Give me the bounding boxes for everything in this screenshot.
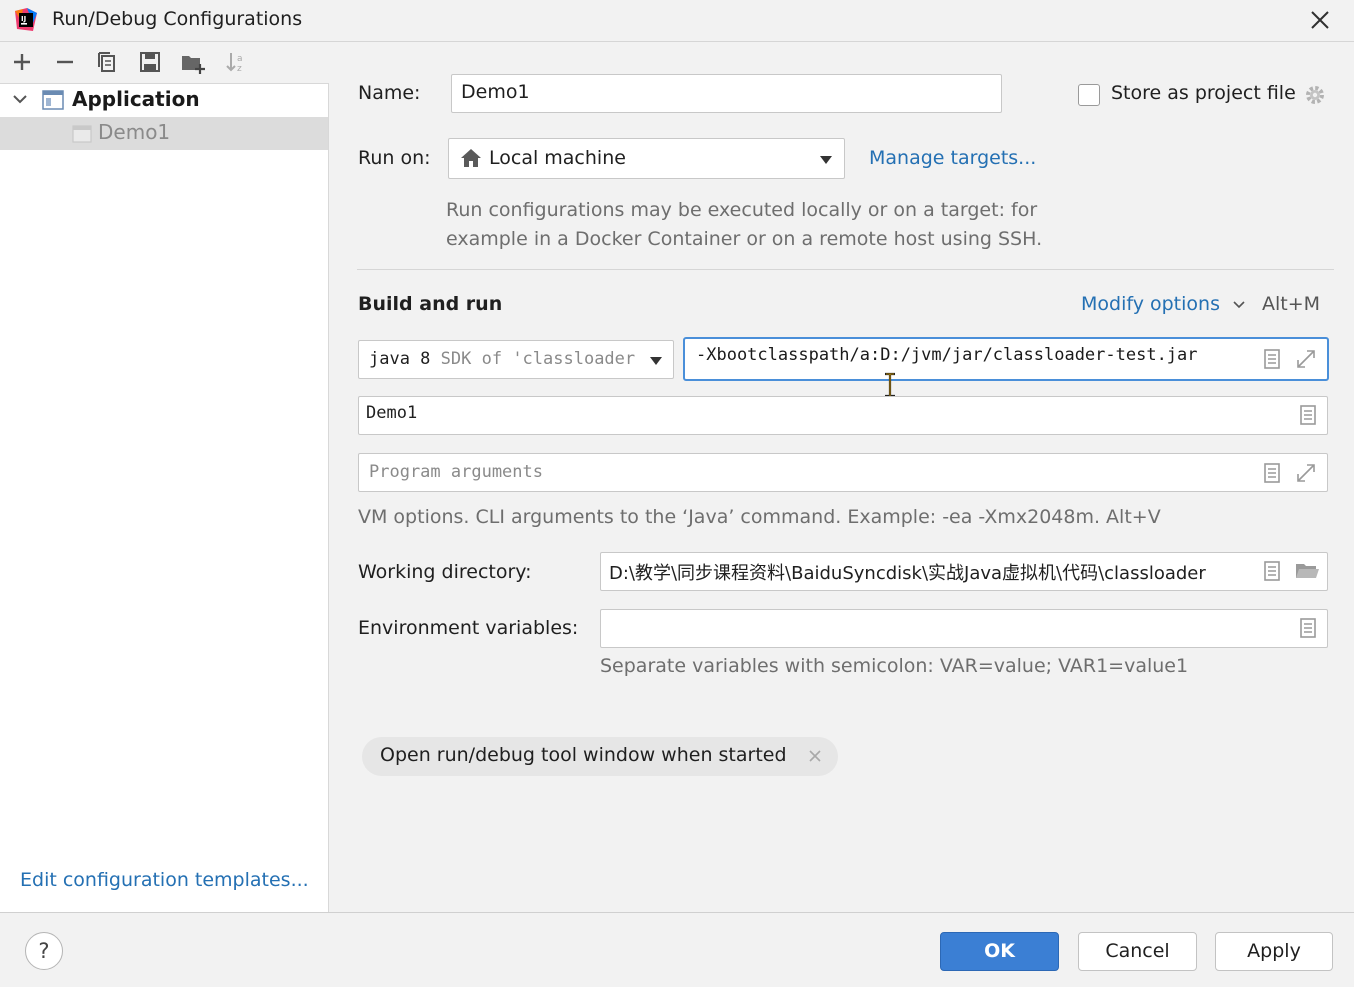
remove-icon [57, 60, 73, 64]
application-icon [72, 125, 92, 143]
store-as-project-file-checkbox[interactable] [1078, 84, 1100, 106]
document-icon[interactable] [1261, 462, 1283, 484]
svg-text:a: a [237, 54, 243, 64]
run-on-hint: example in a Docker Container or on a re… [446, 228, 1043, 250]
sort-icon: az [226, 53, 243, 74]
working-directory-label: Working directory: [358, 561, 532, 583]
ok-button[interactable]: OK [940, 932, 1059, 971]
folder-add-icon [182, 56, 205, 74]
modify-options-link[interactable]: Modify options [1081, 293, 1246, 315]
save-button[interactable] [137, 50, 163, 76]
program-arguments-input[interactable]: Program arguments [358, 453, 1328, 492]
tree-item-label: Demo1 [98, 120, 171, 144]
modify-options-label: Modify options [1081, 293, 1220, 315]
expand-icon[interactable] [1295, 348, 1317, 370]
application-icon [42, 90, 64, 110]
sort-button[interactable]: az [223, 50, 249, 76]
cancel-button[interactable]: Cancel [1078, 932, 1197, 971]
edit-configuration-templates-link[interactable]: Edit configuration templates... [20, 869, 309, 891]
svg-text:IJ: IJ [21, 15, 26, 23]
option-chip-label: Open run/debug tool window when started [380, 744, 787, 766]
tree-item-label: Application [72, 87, 200, 111]
close-icon[interactable] [806, 747, 824, 765]
run-on-hint: Run configurations may be executed local… [446, 199, 1038, 221]
jdk-value: java 8 SDK of 'classloader [369, 349, 635, 369]
chevron-down-icon [650, 357, 662, 365]
section-divider [357, 269, 1334, 270]
close-icon [1311, 11, 1329, 29]
document-icon[interactable] [1261, 348, 1283, 370]
vm-options-value: -Xbootclasspath/a:D:/jvm/jar/classloader… [696, 345, 1198, 365]
working-directory-input[interactable]: D:\教学\同步课程资料\BaiduSyncdisk\实战Java虚拟机\代码\… [600, 552, 1328, 591]
sidebar-toolbar: az [0, 42, 329, 84]
run-on-label: Run on: [358, 147, 431, 169]
main-class-input[interactable]: Demo1 [358, 396, 1328, 435]
add-button[interactable] [9, 50, 35, 76]
store-as-project-file-label[interactable]: Store as project file [1111, 82, 1296, 104]
jdk-version: java 8 [369, 349, 431, 369]
name-input[interactable]: Demo1 [451, 74, 1002, 113]
chevron-down-icon[interactable] [11, 90, 29, 108]
vm-options-input[interactable]: -Xbootclasspath/a:D:/jvm/jar/classloader… [683, 337, 1329, 381]
move-to-folder-button[interactable] [180, 50, 206, 76]
run-on-value: Local machine [489, 147, 626, 169]
intellij-logo-icon: IJ [15, 8, 37, 31]
environment-variables-input[interactable] [600, 609, 1328, 648]
vm-options-hint: VM options. CLI arguments to the ‘Java’ … [358, 506, 1161, 528]
close-button[interactable] [1304, 5, 1336, 35]
name-label: Name: [358, 82, 421, 104]
svg-text:z: z [237, 64, 242, 74]
document-icon[interactable] [1297, 617, 1319, 639]
add-icon [14, 54, 30, 70]
document-icon[interactable] [1261, 560, 1283, 582]
environment-variables-hint: Separate variables with semicolon: VAR=v… [600, 655, 1189, 677]
expand-icon[interactable] [1295, 462, 1317, 484]
home-icon [461, 149, 481, 167]
tree-item-demo1[interactable]: Demo1 [0, 117, 328, 150]
save-icon [140, 52, 160, 72]
copy-button[interactable] [94, 50, 120, 76]
chevron-down-icon [820, 156, 832, 164]
jdk-dropdown[interactable]: java 8 SDK of 'classloader [358, 340, 674, 379]
modify-options-shortcut: Alt+M [1262, 293, 1321, 315]
environment-variables-label: Environment variables: [358, 617, 579, 639]
help-button[interactable]: ? [25, 932, 63, 970]
tree-item-application[interactable]: Application [0, 84, 328, 116]
text-cursor-icon [885, 372, 895, 398]
manage-targets-link[interactable]: Manage targets... [869, 147, 1036, 169]
copy-icon [98, 52, 115, 72]
document-icon[interactable] [1297, 404, 1319, 426]
program-arguments-placeholder: Program arguments [369, 462, 543, 482]
build-and-run-title: Build and run [358, 293, 503, 315]
run-on-dropdown[interactable]: Local machine [448, 138, 845, 179]
working-directory-value: D:\教学\同步课程资料\BaiduSyncdisk\实战Java虚拟机\代码\… [609, 563, 1206, 584]
open-tool-window-option-chip[interactable]: Open run/debug tool window when started [362, 737, 838, 776]
gear-icon[interactable] [1303, 83, 1327, 107]
configurations-sidebar [0, 42, 329, 912]
window-title: Run/Debug Configurations [52, 8, 303, 30]
jdk-detail: SDK of 'classloader [440, 349, 636, 369]
name-value: Demo1 [461, 81, 530, 103]
apply-button[interactable]: Apply [1215, 932, 1333, 971]
main-class-value: Demo1 [366, 403, 418, 423]
chevron-down-icon [1233, 301, 1245, 309]
remove-button[interactable] [52, 50, 78, 76]
folder-icon[interactable] [1294, 560, 1320, 582]
